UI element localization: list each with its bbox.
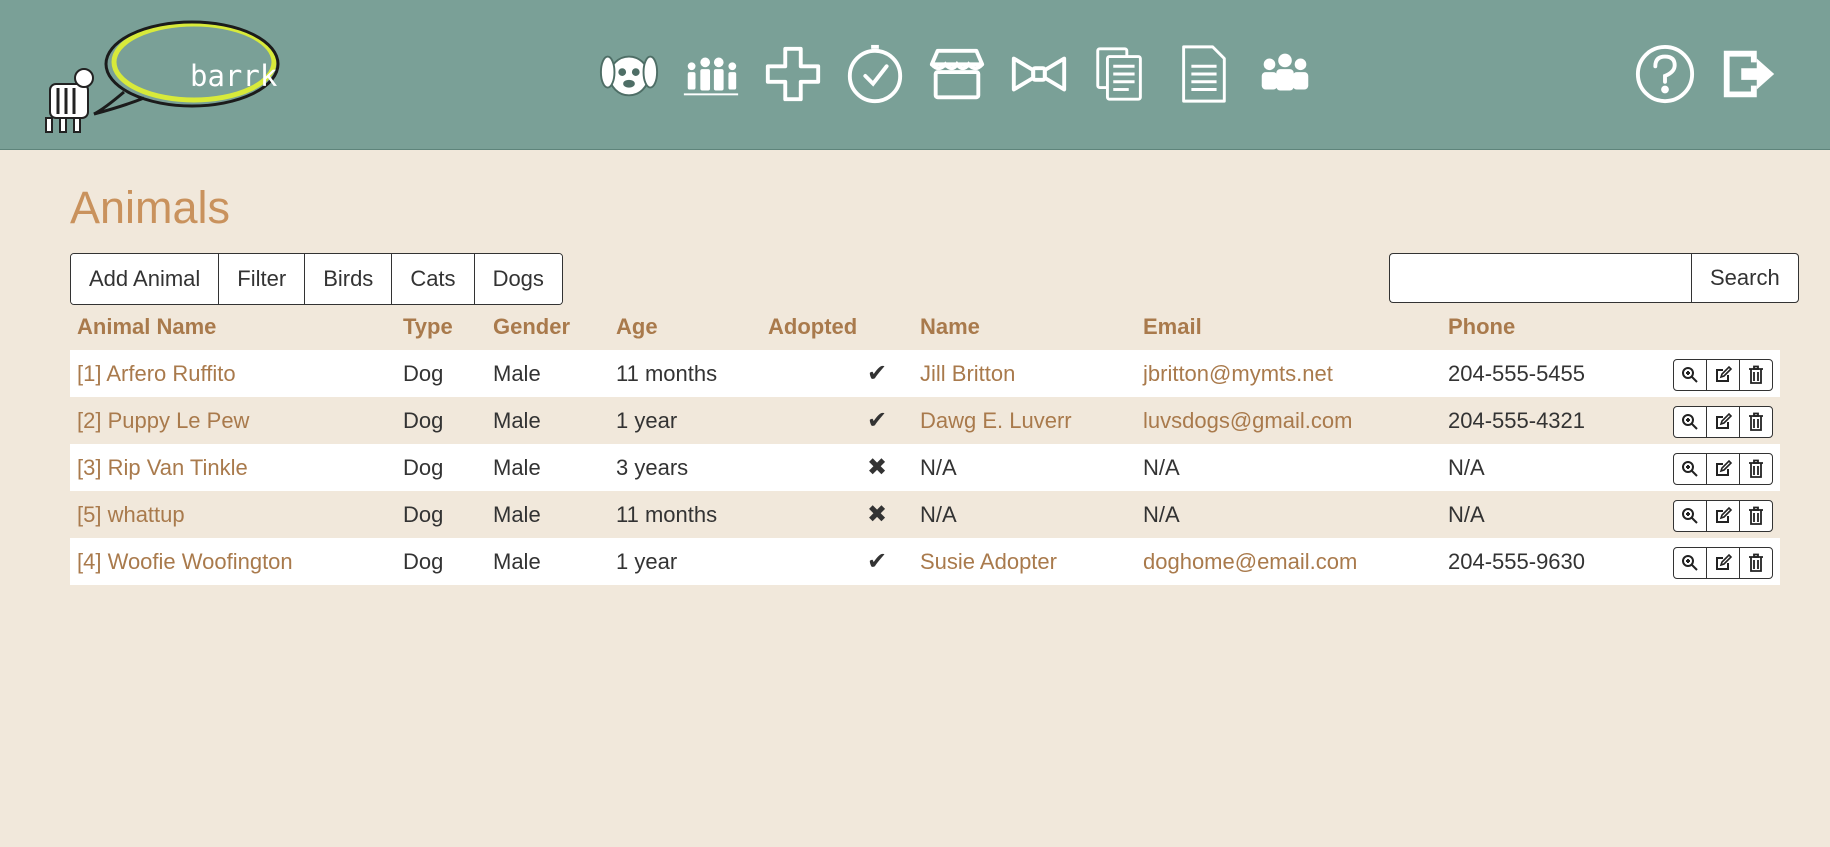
document-icon[interactable] [1170, 41, 1236, 107]
trash-icon[interactable] [1740, 407, 1772, 437]
owner-name-link[interactable]: Susie Adopter [920, 538, 1057, 585]
header-phone[interactable]: Phone [1448, 303, 1515, 350]
header-type[interactable]: Type [403, 303, 453, 350]
animal-age: 11 months [616, 502, 718, 527]
header-email[interactable]: Email [1143, 303, 1202, 350]
owner-email-link[interactable]: doghome@email.com [1143, 538, 1357, 585]
app-header: barrk [0, 0, 1830, 150]
cats-filter-button[interactable]: Cats [392, 254, 475, 304]
animal-age: 1 year [616, 408, 678, 433]
edit-icon[interactable] [1707, 407, 1740, 437]
owner-phone: 204-555-5455 [1448, 361, 1586, 386]
animal-type: Dog [403, 361, 444, 386]
owner-phone: N/A [1448, 502, 1485, 527]
logout-icon[interactable] [1716, 41, 1782, 107]
edit-icon[interactable] [1707, 360, 1740, 390]
view-icon[interactable] [1674, 407, 1707, 437]
documents-icon[interactable] [1088, 41, 1154, 107]
animal-toolbar: Add Animal Filter Birds Cats Dogs [70, 253, 563, 305]
animal-age: 11 months [616, 361, 718, 386]
adopted-status-icon: ✔ [866, 360, 888, 387]
owner-name-link[interactable]: Dawg E. Luverr [920, 397, 1072, 444]
row-actions [1673, 453, 1773, 485]
animal-type: Dog [403, 455, 444, 480]
birds-filter-button[interactable]: Birds [305, 254, 393, 304]
search-button[interactable]: Search [1691, 253, 1799, 303]
owner-phone: N/A [1448, 455, 1485, 480]
owner-email: N/A [1143, 455, 1180, 480]
adopted-status-icon: ✖ [866, 501, 888, 528]
owner-name: N/A [920, 455, 957, 480]
table-row: [4] Woofie Woofington Dog Male 1 year ✔ … [70, 538, 1780, 585]
barrk-logo[interactable]: barrk [44, 14, 284, 139]
row-actions [1673, 547, 1773, 579]
animal-gender: Male [493, 408, 541, 433]
clock-icon[interactable] [842, 41, 908, 107]
row-actions [1673, 359, 1773, 391]
edit-icon[interactable] [1707, 501, 1740, 531]
animal-gender: Male [493, 502, 541, 527]
page-title: Animals [70, 182, 231, 233]
animal-name-link[interactable]: [2] Puppy Le Pew [77, 397, 249, 444]
trash-icon[interactable] [1740, 501, 1772, 531]
header-age[interactable]: Age [616, 303, 658, 350]
help-icon[interactable] [1632, 41, 1698, 107]
animal-name-link[interactable]: [1] Arfero Ruffito [77, 350, 236, 397]
animal-name-link[interactable]: [5] whattup [77, 491, 185, 538]
owner-email-link[interactable]: luvsdogs@gmail.com [1143, 397, 1352, 444]
animals-table: Animal Name Type Gender Age Adopted Name… [70, 303, 1780, 585]
animal-age: 3 years [616, 455, 689, 480]
adopted-status-icon: ✔ [866, 548, 888, 575]
trash-icon[interactable] [1740, 360, 1772, 390]
animal-type: Dog [403, 549, 444, 574]
owner-name-link[interactable]: Jill Britton [920, 350, 1015, 397]
dogs-filter-button[interactable]: Dogs [474, 254, 562, 304]
filter-button[interactable]: Filter [219, 254, 306, 304]
table-row: [1] Arfero Ruffito Dog Male 11 months ✔ … [70, 350, 1780, 397]
owner-name: N/A [920, 502, 957, 527]
add-animal-button[interactable]: Add Animal [71, 254, 220, 304]
medical-cross-icon[interactable] [760, 41, 826, 107]
table-row: [2] Puppy Le Pew Dog Male 1 year ✔ Dawg … [70, 397, 1780, 444]
edit-icon[interactable] [1707, 454, 1740, 484]
search-input[interactable] [1389, 253, 1691, 303]
trash-icon[interactable] [1740, 454, 1772, 484]
animal-age: 1 year [616, 549, 678, 574]
header-gender[interactable]: Gender [493, 303, 570, 350]
bow-tie-icon[interactable] [1006, 41, 1072, 107]
owner-email-link[interactable]: jbritton@mymts.net [1143, 350, 1333, 397]
table-row: [3] Rip Van Tinkle Dog Male 3 years ✖ N/… [70, 444, 1780, 491]
owner-email: N/A [1143, 502, 1180, 527]
table-row: [5] whattup Dog Male 11 months ✖ N/A N/A… [70, 491, 1780, 538]
search-form: Search [1389, 253, 1799, 303]
animal-gender: Male [493, 361, 541, 386]
row-actions [1673, 406, 1773, 438]
view-icon[interactable] [1674, 454, 1707, 484]
header-adopted[interactable]: Adopted [768, 303, 886, 350]
owner-phone: 204-555-9630 [1448, 549, 1586, 574]
logo-text: barrk [190, 59, 278, 93]
edit-icon[interactable] [1707, 548, 1740, 578]
animal-name-link[interactable]: [4] Woofie Woofington [77, 538, 293, 585]
animal-gender: Male [493, 549, 541, 574]
row-actions [1673, 500, 1773, 532]
people-group-icon[interactable] [1252, 41, 1318, 107]
table-header: Animal Name Type Gender Age Adopted Name… [70, 303, 1780, 350]
family-icon[interactable] [678, 41, 744, 107]
header-owner-name[interactable]: Name [920, 303, 980, 350]
view-icon[interactable] [1674, 501, 1707, 531]
animal-type: Dog [403, 408, 444, 433]
dog-face-icon[interactable] [596, 41, 662, 107]
adopted-status-icon: ✔ [866, 407, 888, 434]
animal-type: Dog [403, 502, 444, 527]
owner-phone: 204-555-4321 [1448, 408, 1586, 433]
view-icon[interactable] [1674, 548, 1707, 578]
adopted-status-icon: ✖ [866, 454, 888, 481]
animal-name-link[interactable]: [3] Rip Van Tinkle [77, 444, 248, 491]
view-icon[interactable] [1674, 360, 1707, 390]
store-icon[interactable] [924, 41, 990, 107]
trash-icon[interactable] [1740, 548, 1772, 578]
header-animal-name[interactable]: Animal Name [77, 303, 216, 350]
animal-gender: Male [493, 455, 541, 480]
